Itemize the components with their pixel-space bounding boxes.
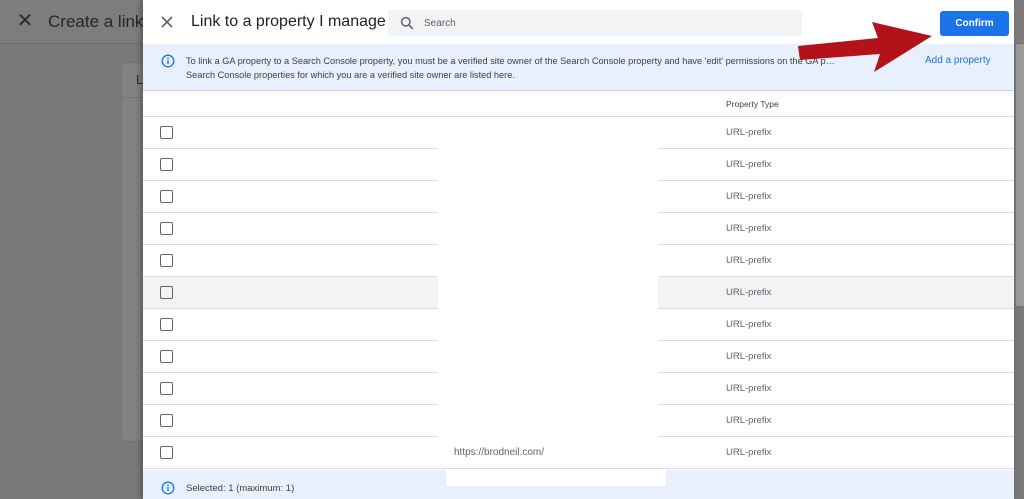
row-checkbox[interactable] <box>160 126 173 139</box>
property-type: URL-prefix <box>726 159 772 170</box>
property-type: URL-prefix <box>726 351 772 362</box>
property-type: URL-prefix <box>726 255 772 266</box>
property-type: URL-prefix <box>726 383 772 394</box>
property-type: URL-prefix <box>726 287 772 298</box>
search-icon <box>400 16 414 30</box>
property-type: URL-prefix <box>726 415 772 426</box>
panel-title: Link to a property I manage <box>191 13 386 30</box>
property-type: URL-prefix <box>726 223 772 234</box>
row-checkbox[interactable] <box>160 414 173 427</box>
property-type: URL-prefix <box>726 319 772 330</box>
row-checkbox[interactable] <box>160 446 173 459</box>
property-url: https://brodneil.com/ <box>454 447 545 458</box>
row-checkbox[interactable] <box>160 382 173 395</box>
row-checkbox[interactable] <box>160 222 173 235</box>
row-checkbox[interactable] <box>160 318 173 331</box>
row-checkbox[interactable] <box>160 190 173 203</box>
property-type: URL-prefix <box>726 447 772 458</box>
property-type: URL-prefix <box>726 191 772 202</box>
row-checkbox[interactable] <box>160 350 173 363</box>
redacted-area <box>438 117 658 437</box>
annotation-arrow-icon <box>798 22 932 72</box>
close-button[interactable] <box>157 12 177 32</box>
search-box[interactable] <box>388 10 802 36</box>
row-checkbox[interactable] <box>160 286 173 299</box>
row-checkbox[interactable] <box>160 254 173 267</box>
property-type: URL-prefix <box>726 127 772 138</box>
info-icon <box>161 481 175 495</box>
info-text: To link a GA property to a Search Consol… <box>186 56 835 80</box>
redacted-area <box>446 470 666 486</box>
info-icon <box>161 54 175 68</box>
close-icon <box>161 16 173 28</box>
search-input[interactable] <box>424 10 794 36</box>
property-type-header: Property Type <box>726 99 779 109</box>
table-row[interactable]: https://brodneil.com/ URL-prefix <box>143 437 1014 469</box>
selection-count: Selected: 1 (maximum: 1) <box>186 483 295 494</box>
background-scrollbar[interactable] <box>1016 44 1024 306</box>
background-close-icon: ✕ <box>16 10 34 32</box>
row-checkbox[interactable] <box>160 158 173 171</box>
